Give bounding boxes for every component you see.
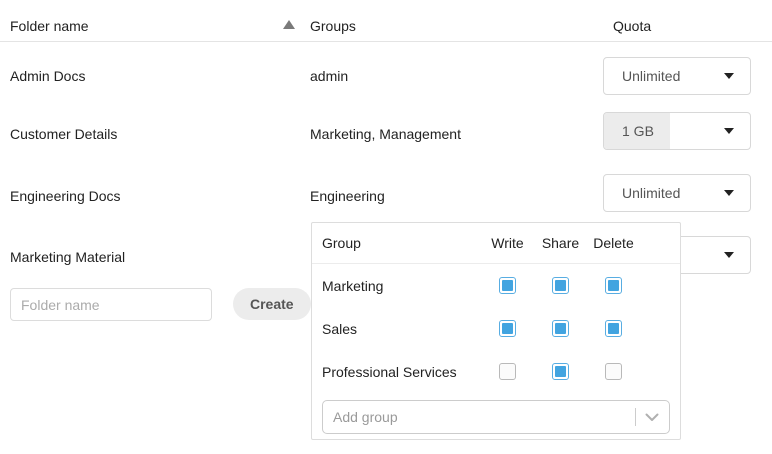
write-checkbox[interactable] <box>499 363 516 380</box>
column-header-groups[interactable]: Groups <box>310 18 356 34</box>
checkbox-check-mark <box>608 280 619 291</box>
quota-select[interactable]: Unlimited <box>603 57 751 95</box>
sort-ascending-icon[interactable] <box>283 20 295 29</box>
group-name-label: Sales <box>312 321 481 337</box>
column-header-quota[interactable]: Quota <box>613 18 651 34</box>
popup-column-write: Write <box>481 235 534 251</box>
checkbox-check-mark <box>555 366 566 377</box>
checkbox-check-mark <box>502 280 513 291</box>
write-checkbox[interactable] <box>499 320 516 337</box>
quota-value: 1 GB <box>622 123 654 139</box>
group-folders-admin-page: Folder name Groups Quota Admin Docs admi… <box>0 0 772 454</box>
quota-value: Unlimited <box>622 68 680 84</box>
popup-column-share: Share <box>534 235 587 251</box>
share-checkbox[interactable] <box>552 363 569 380</box>
new-folder-name-input[interactable] <box>10 288 212 321</box>
popup-header-row: Group Write Share Delete <box>312 223 680 264</box>
folder-name-label: Admin Docs <box>10 68 85 84</box>
group-permissions-popup: Group Write Share Delete Marketing Sales… <box>311 222 681 440</box>
caret-down-icon <box>724 252 734 258</box>
chevron-down-icon[interactable] <box>635 401 669 433</box>
folder-name-label: Engineering Docs <box>10 188 121 204</box>
quota-value: Unlimited <box>622 185 680 201</box>
checkbox-check-mark <box>555 323 566 334</box>
delete-checkbox[interactable] <box>605 363 622 380</box>
checkbox-check-mark <box>502 323 513 334</box>
delete-checkbox[interactable] <box>605 320 622 337</box>
folder-groups-label: Engineering <box>310 188 385 204</box>
write-checkbox[interactable] <box>499 277 516 294</box>
quota-select[interactable]: 1 GB <box>603 112 751 150</box>
quota-select[interactable]: Unlimited <box>603 174 751 212</box>
popup-column-group: Group <box>312 235 481 251</box>
create-folder-button[interactable]: Create <box>233 288 311 320</box>
popup-group-row: Marketing <box>312 264 680 307</box>
checkbox-check-mark <box>608 323 619 334</box>
folder-name-label: Customer Details <box>10 126 117 142</box>
caret-down-icon <box>724 128 734 134</box>
popup-column-delete: Delete <box>587 235 640 251</box>
add-group-placeholder: Add group <box>333 409 398 425</box>
delete-checkbox[interactable] <box>605 277 622 294</box>
share-checkbox[interactable] <box>552 320 569 337</box>
caret-down-icon <box>724 73 734 79</box>
caret-down-icon <box>724 190 734 196</box>
group-name-label: Marketing <box>312 278 481 294</box>
add-group-select[interactable]: Add group <box>322 400 670 434</box>
group-name-label: Professional Services <box>312 364 481 380</box>
popup-group-row: Professional Services <box>312 350 680 393</box>
share-checkbox[interactable] <box>552 277 569 294</box>
folder-name-label: Marketing Material <box>10 249 125 265</box>
header-divider <box>0 41 772 42</box>
popup-group-row: Sales <box>312 307 680 350</box>
folder-groups-label: admin <box>310 68 348 84</box>
column-header-folder-name[interactable]: Folder name <box>10 18 89 34</box>
folder-groups-label: Marketing, Management <box>310 126 461 142</box>
checkbox-check-mark <box>555 280 566 291</box>
